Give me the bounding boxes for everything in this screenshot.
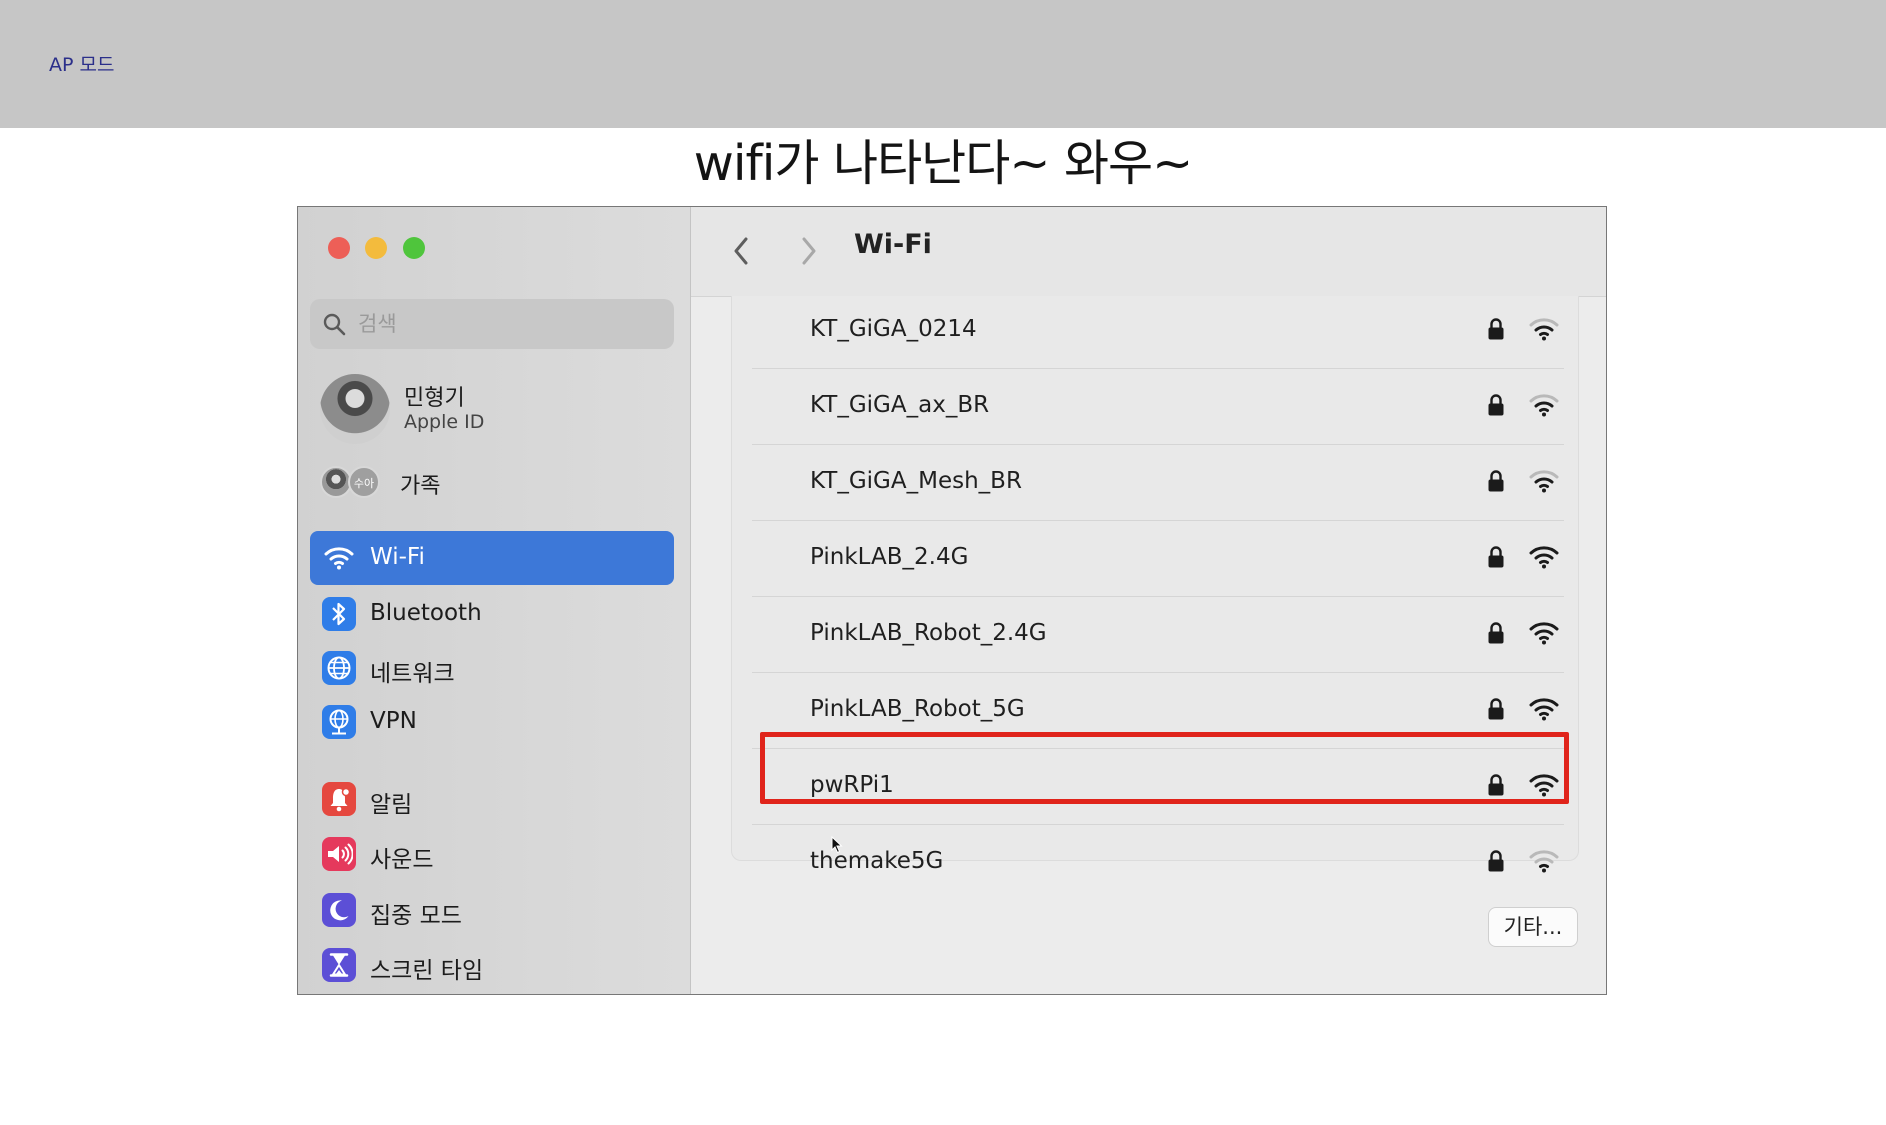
lock-icon (1488, 470, 1504, 492)
apple-id-profile[interactable]: 민형기 Apple ID (320, 374, 680, 448)
network-row[interactable]: PinkLAB_2.4G (752, 521, 1564, 597)
chevron-right-icon[interactable] (793, 233, 823, 269)
sidebar-item-wifi[interactable]: Wi-Fi (310, 531, 674, 585)
sidebar-item-sound[interactable]: 사운드 (310, 827, 674, 881)
bell-icon (322, 782, 356, 816)
network-name: themake5G (810, 848, 944, 874)
network-row[interactable]: PinkLAB_Robot_2.4G (752, 597, 1564, 673)
wifi-signal-strong-icon (1529, 546, 1559, 569)
hourglass-icon (322, 948, 356, 982)
network-row[interactable]: themake5G (752, 825, 1564, 901)
zoom-window-button[interactable] (403, 237, 425, 259)
vpn-globe-icon (322, 705, 356, 739)
lock-icon (1488, 698, 1504, 720)
search-input[interactable] (358, 308, 658, 340)
network-name: PinkLAB_Robot_5G (810, 696, 1025, 722)
sidebar: 민형기 Apple ID 수아 가족 Wi-Fi (298, 207, 691, 994)
wifi-signal-weak-icon (1529, 850, 1559, 873)
wifi-signal-strong-icon (1529, 698, 1559, 721)
speaker-icon (322, 837, 356, 871)
search-icon (323, 313, 346, 336)
slide-header-band: AP 모드 (0, 0, 1886, 128)
sidebar-item-label: 사운드 (370, 847, 434, 873)
network-row[interactable]: KT_GiGA_0214 (752, 293, 1564, 369)
profile-name: 민형기 (404, 386, 465, 411)
sidebar-item-screen-time[interactable]: 스크린 타임 (310, 938, 674, 992)
wifi-signal-strong-icon (1529, 622, 1559, 645)
globe-icon (322, 651, 356, 685)
sidebar-item-label: 집중 모드 (370, 903, 462, 929)
system-settings-window: 민형기 Apple ID 수아 가족 Wi-Fi (297, 206, 1607, 995)
lock-icon (1488, 318, 1504, 340)
moon-icon (322, 893, 356, 927)
network-name: PinkLAB_2.4G (810, 544, 969, 570)
family-avatar-badge: 수아 (348, 466, 380, 498)
search-box[interactable] (310, 299, 674, 349)
sidebar-item-label: 스크린 타임 (370, 958, 484, 984)
family-label: 가족 (400, 474, 441, 499)
network-name: PinkLAB_Robot_2.4G (810, 620, 1047, 646)
lock-icon (1488, 394, 1504, 416)
lock-icon (1488, 850, 1504, 872)
mouse-cursor-icon (831, 836, 843, 854)
slide-top-label: AP 모드 (49, 54, 115, 76)
close-window-button[interactable] (328, 237, 350, 259)
wifi-signal-weak-icon (1529, 318, 1559, 341)
network-row[interactable]: KT_GiGA_Mesh_BR (752, 445, 1564, 521)
network-name: KT_GiGA_Mesh_BR (810, 468, 1022, 494)
bluetooth-icon (322, 597, 356, 631)
lock-icon (1488, 622, 1504, 644)
wifi-signal-weak-icon (1529, 394, 1559, 417)
family-sharing-item[interactable]: 수아 가족 (320, 462, 680, 502)
other-network-button[interactable]: 기타... (1488, 907, 1578, 947)
network-row[interactable]: KT_GiGA_ax_BR (752, 369, 1564, 445)
sidebar-item-vpn[interactable]: VPN (310, 695, 674, 749)
network-name: KT_GiGA_0214 (810, 316, 977, 342)
highlight-box (760, 732, 1569, 804)
sidebar-item-label: 알림 (370, 792, 413, 818)
sidebar-item-label: Bluetooth (370, 600, 482, 626)
sidebar-item-label: 네트워크 (370, 661, 455, 687)
sidebar-item-bluetooth[interactable]: Bluetooth (310, 587, 674, 641)
minimize-window-button[interactable] (365, 237, 387, 259)
sidebar-item-notifications[interactable]: 알림 (310, 772, 674, 826)
sidebar-item-focus[interactable]: 집중 모드 (310, 883, 674, 937)
profile-subtitle: Apple ID (404, 411, 485, 433)
sidebar-item-label: VPN (370, 708, 417, 734)
lock-icon (1488, 546, 1504, 568)
toolbar: Wi-Fi (691, 207, 1606, 297)
sidebar-item-network[interactable]: 네트워크 (310, 641, 674, 695)
wifi-icon (322, 541, 356, 575)
page-title: Wi-Fi (854, 229, 932, 260)
sidebar-item-label: Wi-Fi (370, 544, 425, 570)
avatar (320, 374, 390, 444)
network-name: KT_GiGA_ax_BR (810, 392, 990, 418)
slide-caption: wifi가 나타난다~ 와우~ (693, 135, 1193, 192)
chevron-left-icon[interactable] (727, 233, 757, 269)
wifi-signal-weak-icon (1529, 470, 1559, 493)
